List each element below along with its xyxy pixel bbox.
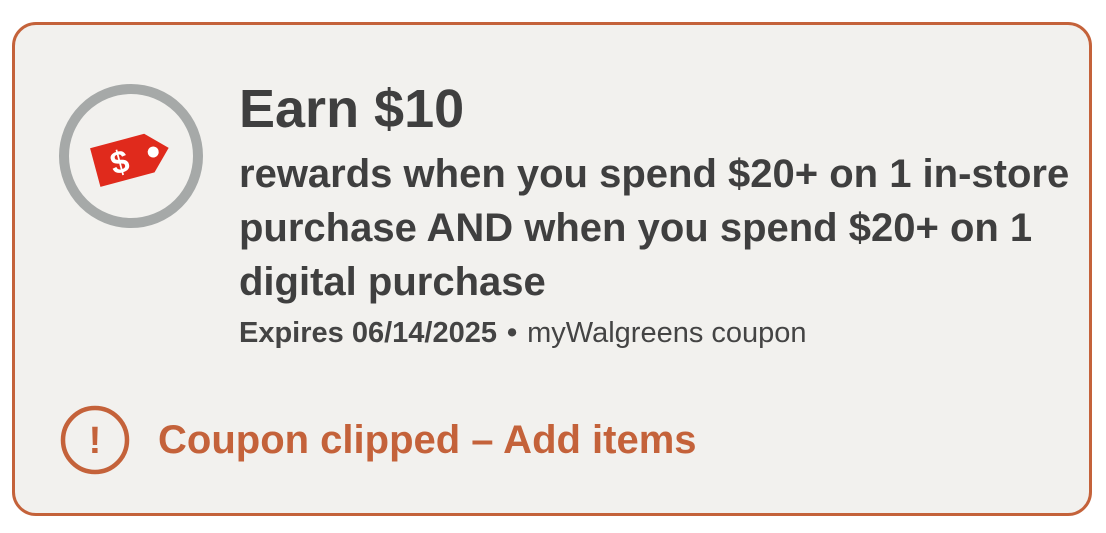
svg-text:!: ! [89,420,102,462]
coupon-clipped-label: Coupon clipped – Add items [158,417,697,462]
coupon-clipped-link[interactable]: ! Coupon clipped – Add items [60,405,697,475]
price-tag-icon: $ [59,84,203,228]
coupon-badge: $ [58,83,204,229]
coupon-title: Earn $10 [239,79,465,139]
expiration-date: Expires 06/14/2025 [239,317,497,349]
meta-separator: • [506,317,518,349]
coupon-meta: Expires 06/14/2025 • myWalgreens coupon [239,315,807,351]
coupon-source: myWalgreens coupon [527,317,807,349]
coupon-card[interactable]: $ Earn $10 rewards when you spend $20+ o… [12,22,1092,516]
coupon-description: rewards when you spend $20+ on 1 in-stor… [239,152,1070,304]
alert-circle-icon: ! [60,405,130,475]
